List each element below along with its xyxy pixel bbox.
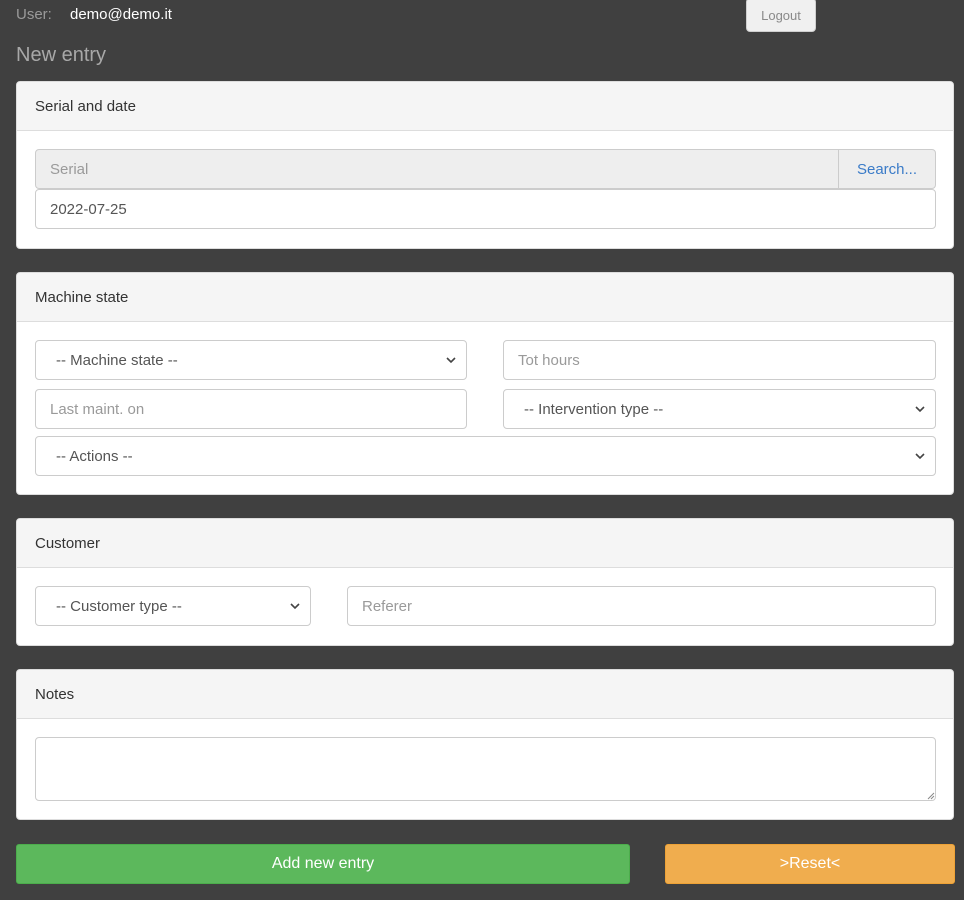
notes-panel: Notes xyxy=(16,669,954,820)
resize-handle-icon[interactable] xyxy=(927,792,935,800)
actions-selected: -- Actions -- xyxy=(56,447,133,465)
date-input[interactable] xyxy=(35,189,936,229)
chevron-down-icon xyxy=(446,357,456,364)
search-serial-button[interactable]: Search... xyxy=(838,149,936,189)
panel-heading-notes: Notes xyxy=(17,670,953,719)
reset-button[interactable]: >Reset< xyxy=(665,844,955,884)
customer-panel: Customer -- Customer type -- xyxy=(16,518,954,646)
panel-heading-customer: Customer xyxy=(17,519,953,568)
chevron-down-icon xyxy=(915,453,925,460)
intervention-type-selected: -- Intervention type -- xyxy=(524,400,664,418)
top-bar: User: demo@demo.it Logout xyxy=(16,0,946,36)
user-label: User: xyxy=(16,6,52,23)
intervention-type-select[interactable]: -- Intervention type -- xyxy=(503,389,936,429)
customer-type-select[interactable]: -- Customer type -- xyxy=(35,586,311,626)
panel-heading-machine-state: Machine state xyxy=(17,273,953,322)
machine-state-selected: -- Machine state -- xyxy=(56,351,178,369)
machine-state-select[interactable]: -- Machine state -- xyxy=(35,340,467,380)
logout-button[interactable]: Logout xyxy=(746,0,816,32)
chevron-down-icon xyxy=(290,603,300,610)
panel-heading-serial-date: Serial and date xyxy=(17,82,953,131)
page-title: New entry xyxy=(16,44,107,66)
notes-textarea[interactable] xyxy=(35,737,936,801)
add-new-entry-button[interactable]: Add new entry xyxy=(16,844,630,884)
tot-hours-input[interactable] xyxy=(503,340,936,380)
machine-state-panel: Machine state -- Machine state -- -- Int… xyxy=(16,272,954,495)
serial-input[interactable] xyxy=(35,149,839,189)
referer-input[interactable] xyxy=(347,586,936,626)
customer-type-selected: -- Customer type -- xyxy=(56,597,182,615)
last-maint-input[interactable] xyxy=(35,389,467,429)
serial-date-panel: Serial and date Search... xyxy=(16,81,954,249)
chevron-down-icon xyxy=(915,406,925,413)
user-email: demo@demo.it xyxy=(70,6,172,23)
actions-select[interactable]: -- Actions -- xyxy=(35,436,936,476)
